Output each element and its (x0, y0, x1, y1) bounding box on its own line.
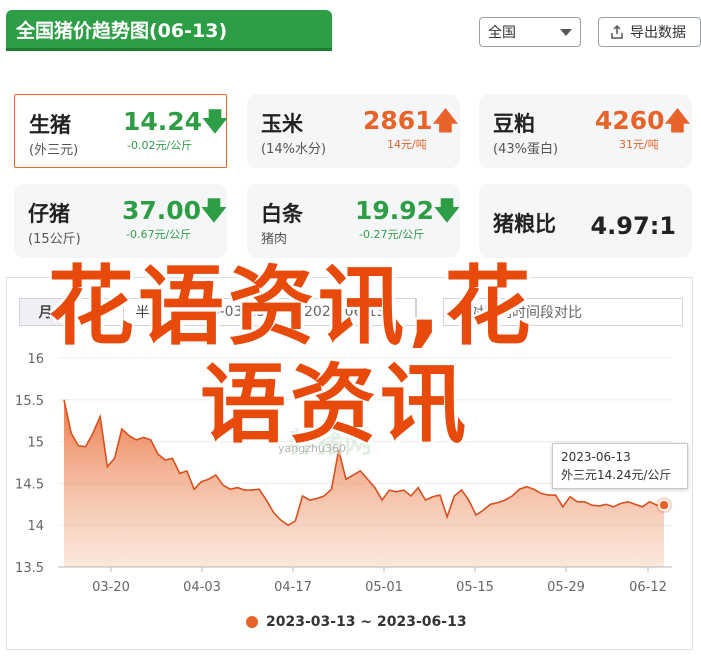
chart-tooltip: 2023-06-13 外三元14.24元/公斤 (552, 443, 688, 489)
y-tick-label: 13.5 (15, 561, 44, 576)
tooltip-date: 2023-06-13 (561, 450, 631, 464)
y-tick-label: 14.5 (15, 477, 44, 492)
tooltip-value: 外三元14.24元/公斤 (561, 468, 672, 482)
x-tick-label: 04-03 (183, 580, 221, 595)
y-tick-label: 16 (27, 352, 44, 367)
overlay-text-line2: 语资讯 (200, 355, 470, 455)
legend-range: 2023-03-13 ~ 2023-06-13 (266, 614, 467, 630)
legend-dot-icon (246, 616, 258, 628)
x-tick-label: 05-01 (365, 580, 403, 595)
x-tick-label: 04-17 (274, 580, 312, 595)
chart-legend[interactable]: 2023-03-13 ~ 2023-06-13 (246, 614, 467, 630)
x-tick-label: 05-29 (547, 580, 585, 595)
y-tick-label: 15 (27, 436, 44, 451)
y-tick-label: 14 (27, 519, 44, 534)
x-tick-label: 05-15 (456, 580, 494, 595)
x-tick-label: 06-12 (629, 580, 667, 595)
x-tick-label: 03-20 (92, 580, 130, 595)
y-tick-label: 15.5 (15, 394, 44, 409)
last-point-marker (658, 499, 670, 511)
